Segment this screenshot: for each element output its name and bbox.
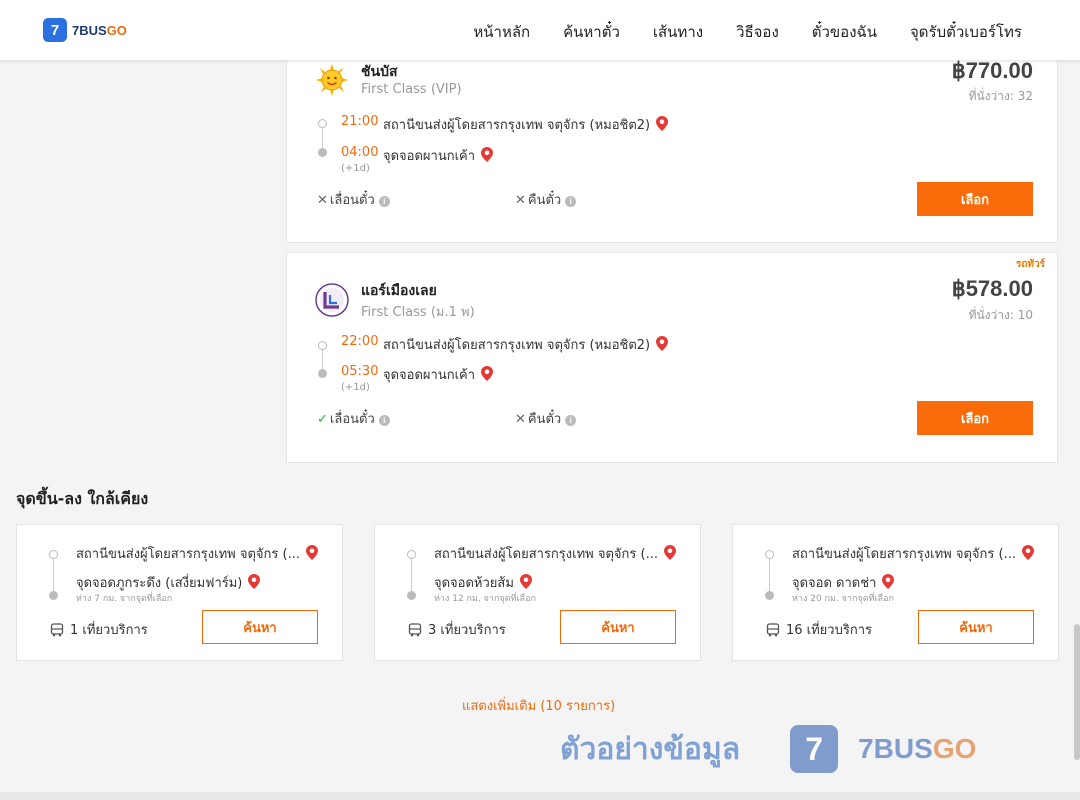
refund-policy: ✕ คืนตั๋ว i xyxy=(515,189,577,210)
site-logo[interactable]: 7 7BUSGO xyxy=(43,18,127,42)
page-bottom-strip xyxy=(0,792,1080,800)
nav-search-ticket[interactable]: ค้นหาตั๋ว xyxy=(563,20,620,44)
map-pin-icon[interactable] xyxy=(248,574,261,589)
nav-home[interactable]: หน้าหลัก xyxy=(473,20,530,44)
nearby-from: สถานีขนส่งผู้โดยสารกรุงเทพ จตุจักร (... xyxy=(434,543,676,564)
info-icon[interactable]: i xyxy=(378,196,390,207)
arrive-stop: จุดจอดผานกเค้า xyxy=(383,145,494,166)
arrive-dot xyxy=(318,148,327,157)
map-pin-icon[interactable] xyxy=(481,366,494,381)
select-trip-button[interactable]: เลือก xyxy=(917,182,1033,216)
reschedule-policy: ✕ เลื่อนตั๋ว i xyxy=(317,189,390,210)
main-nav: หน้าหลัก ค้นหาตั๋ว เส้นทาง วิธีจอง ตั๋วข… xyxy=(440,20,1022,44)
depart-dot xyxy=(407,550,416,559)
select-trip-button[interactable]: เลือก xyxy=(917,401,1033,435)
nav-routes[interactable]: เส้นทาง xyxy=(653,20,703,44)
arrive-stop: จุดจอดผานกเค้า xyxy=(383,364,494,385)
map-pin-icon[interactable] xyxy=(305,545,318,560)
arrive-time: 04:00 xyxy=(341,145,379,160)
depart-dot xyxy=(49,550,58,559)
arrive-dot xyxy=(318,369,327,378)
depart-dot xyxy=(318,119,327,128)
nearby-to: จุดจอด ดาดช่า xyxy=(792,572,895,593)
operator-sun-logo xyxy=(316,64,348,96)
nearby-from: สถานีขนส่งผู้โดยสารกรุงเทพ จตุจักร (... xyxy=(792,543,1034,564)
ticket-price: ฿770.00 xyxy=(951,58,1033,83)
info-icon[interactable]: i xyxy=(378,415,390,426)
map-pin-icon[interactable] xyxy=(656,336,669,351)
cross-icon: ✕ xyxy=(515,412,526,427)
next-day-label: (+1d) xyxy=(341,382,370,393)
arrive-dot xyxy=(49,591,58,600)
depart-dot xyxy=(765,550,774,559)
watermark-text: ตัวอย่างข้อมูล xyxy=(560,731,741,767)
arrive-dot xyxy=(407,591,416,600)
cross-icon: ✕ xyxy=(515,193,526,208)
page-scrollbar[interactable] xyxy=(1074,624,1080,760)
cross-icon: ✕ xyxy=(317,193,328,208)
map-pin-icon[interactable] xyxy=(1021,545,1034,560)
seats-available: ที่นั่งว่าง: 32 xyxy=(968,89,1033,103)
nearby-trip-count: 3 เที่ยวบริการ xyxy=(408,619,506,640)
nearby-search-button[interactable]: ค้นหา xyxy=(202,610,318,644)
top-navbar: 7 7BUSGO หน้าหลัก ค้นหาตั๋ว เส้นทาง วิธี… xyxy=(0,0,1080,60)
operator-name: ชันบัส xyxy=(361,64,398,80)
check-icon: ✓ xyxy=(317,412,328,427)
nearby-trip-count: 1 เที่ยวบริการ xyxy=(50,619,148,640)
operator-name: แอร์เมืองเลย xyxy=(361,283,437,299)
map-pin-icon[interactable] xyxy=(481,147,494,162)
nearby-section-title: จุดขึ้น-ลง ใกล้เคียง xyxy=(16,489,149,508)
operator-air-muangloei-logo xyxy=(315,283,349,317)
info-icon[interactable]: i xyxy=(565,415,577,426)
map-pin-icon[interactable] xyxy=(663,545,676,560)
depart-time: 22:00 xyxy=(341,334,379,349)
show-more-link[interactable]: แสดงเพิ่มเติม (10 รายการ) xyxy=(462,695,615,716)
map-pin-icon[interactable] xyxy=(519,574,532,589)
nav-how-to-book[interactable]: วิธีจอง xyxy=(736,20,779,44)
watermark-brand: 7BUSGO xyxy=(858,733,977,764)
nav-pickup-points[interactable]: จุดรับตั๋วเบอร์โทร xyxy=(910,20,1022,44)
logo-mark: 7 xyxy=(43,18,67,42)
ticket-price: ฿578.00 xyxy=(951,276,1033,301)
info-icon[interactable]: i xyxy=(565,196,577,207)
depart-stop: สถานีขนส่งผู้โดยสารกรุงเทพ จตุจักร (หมอช… xyxy=(383,114,669,135)
bus-icon xyxy=(766,622,780,636)
bus-icon xyxy=(50,622,64,636)
arrive-time: 05:30 xyxy=(341,364,379,379)
nearby-route-card: สถานีขนส่งผู้โดยสารกรุงเทพ จตุจักร (... … xyxy=(374,524,701,661)
nearby-route-card: สถานีขนส่งผู้โดยสารกรุงเทพ จตุจักร (... … xyxy=(16,524,343,661)
seats-available: ที่นั่งว่าง: 10 xyxy=(968,308,1033,322)
depart-dot xyxy=(318,341,327,350)
nearby-search-button[interactable]: ค้นหา xyxy=(560,610,676,644)
nearby-distance: ห่าง 20 กม. จากจุดที่เลือก xyxy=(792,594,894,604)
seat-class: First Class (ม.1 พ) xyxy=(361,305,475,320)
arrive-dot xyxy=(765,591,774,600)
nearby-from: สถานีขนส่งผู้โดยสารกรุงเทพ จตุจักร (... xyxy=(76,543,318,564)
map-pin-icon[interactable] xyxy=(882,574,895,589)
logo-text: 7BUSGO xyxy=(72,22,127,38)
next-day-label: (+1d) xyxy=(341,163,370,174)
trip-card: รถทัวร์ แอร์เมืองเลย First Class (ม.1 พ)… xyxy=(286,252,1058,463)
seat-class: First Class (VIP) xyxy=(361,82,462,97)
nav-my-tickets[interactable]: ตั๋วของฉัน xyxy=(812,20,877,44)
nearby-route-card: สถานีขนส่งผู้โดยสารกรุงเทพ จตุจักร (... … xyxy=(732,524,1059,661)
trip-card: ชันบัส First Class (VIP) ฿770.00 ที่นั่ง… xyxy=(286,40,1058,243)
refund-policy: ✕ คืนตั๋ว i xyxy=(515,408,577,429)
nearby-distance: ห่าง 12 กม. จากจุดที่เลือก xyxy=(434,594,536,604)
nearby-to: จุดจอดภูกระดึง (เสงี่ยมฟาร์ม) xyxy=(76,572,261,593)
nearby-search-button[interactable]: ค้นหา xyxy=(918,610,1034,644)
nearby-trip-count: 16 เที่ยวบริการ xyxy=(766,619,872,640)
nearby-to: จุดจอดห้วยส้ม xyxy=(434,572,532,593)
depart-time: 21:00 xyxy=(341,114,379,129)
promo-tag: รถทัวร์ xyxy=(1015,259,1045,270)
sample-watermark: ตัวอย่างข้อมูล 7 7BUSGO xyxy=(560,725,976,773)
bus-icon xyxy=(408,622,422,636)
watermark-logo-mark: 7 xyxy=(790,725,839,773)
map-pin-icon[interactable] xyxy=(656,116,669,131)
depart-stop: สถานีขนส่งผู้โดยสารกรุงเทพ จตุจักร (หมอช… xyxy=(383,334,669,355)
nearby-distance: ห่าง 7 กม. จากจุดที่เลือก xyxy=(76,594,173,604)
reschedule-policy: ✓ เลื่อนตั๋ว i xyxy=(317,408,390,429)
